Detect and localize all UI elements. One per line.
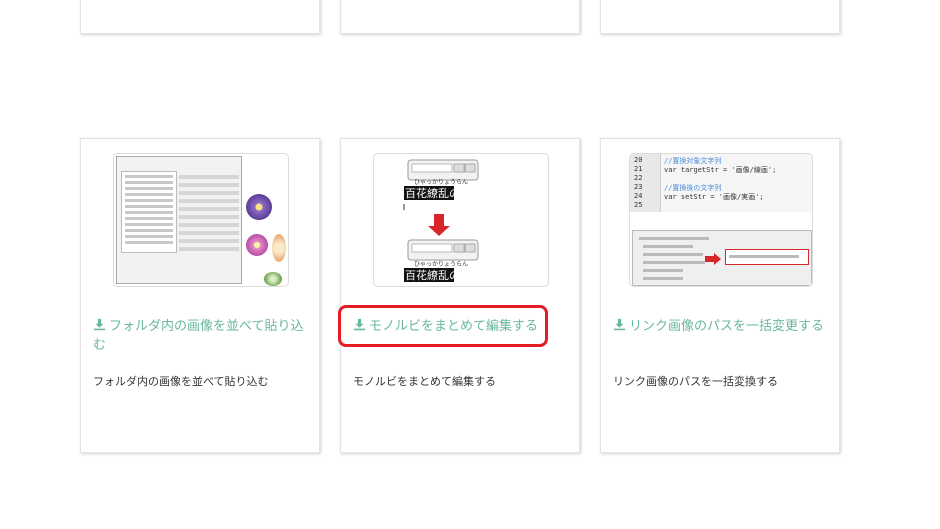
script-card-monoruby: ひゃっかりょうらん 百花繚乱の ひゃっかりょうらん 百花繚乱の モノルビをまとめ… (340, 138, 580, 453)
script-card-link-path: 20 //置換対象文字列 21 var targetStr = '画像/線画';… (600, 138, 840, 453)
card-description: リンク画像のパスを一括変換する (613, 375, 778, 388)
code-snippet: 20 //置換対象文字列 21 var targetStr = '画像/線画';… (630, 154, 812, 212)
top-card-3 (600, 0, 840, 34)
kanji-text-top: 百花繚乱の (405, 186, 460, 200)
highlight-box (338, 305, 548, 347)
ruby-text-top: ひゃっかりょうらん (414, 179, 468, 186)
download-icon (613, 318, 626, 331)
link-info-screenshot (632, 230, 812, 286)
thumbnail-link-path: 20 //置換対象文字列 21 var targetStr = '画像/線画';… (629, 153, 813, 287)
card-description: フォルダ内の画像を並べて貼り込む (93, 375, 269, 388)
link-label: フォルダ内の画像を並べて貼り込む (93, 319, 304, 353)
script-card-folder-images: フォルダ内の画像を並べて貼り込む フォルダ内の画像を並べて貼り込む (80, 138, 320, 453)
arrow-right-icon (705, 253, 721, 265)
link-label: リンク画像のパスを一括変更する (629, 319, 825, 334)
download-link-folder-images[interactable]: フォルダ内の画像を並べて貼り込む (93, 317, 309, 355)
monoruby-illustration: ひゃっかりょうらん 百花繚乱の ひゃっかりょうらん 百花繚乱の (403, 159, 479, 282)
kanji-text-bottom: 百花繚乱の (405, 268, 460, 282)
card-description: モノルビをまとめて編集する (353, 375, 496, 388)
top-card-2 (340, 0, 580, 34)
ruby-text-bottom: ひゃっかりょうらん (414, 261, 468, 268)
dialog-screenshot (116, 156, 242, 284)
thumbnail-folder-images (113, 153, 289, 287)
download-link-link-path[interactable]: リンク画像のパスを一括変更する (613, 317, 829, 336)
thumbnail-monoruby: ひゃっかりょうらん 百花繚乱の ひゃっかりょうらん 百花繚乱の (373, 153, 549, 287)
top-card-1 (80, 0, 320, 34)
download-icon (93, 318, 106, 331)
